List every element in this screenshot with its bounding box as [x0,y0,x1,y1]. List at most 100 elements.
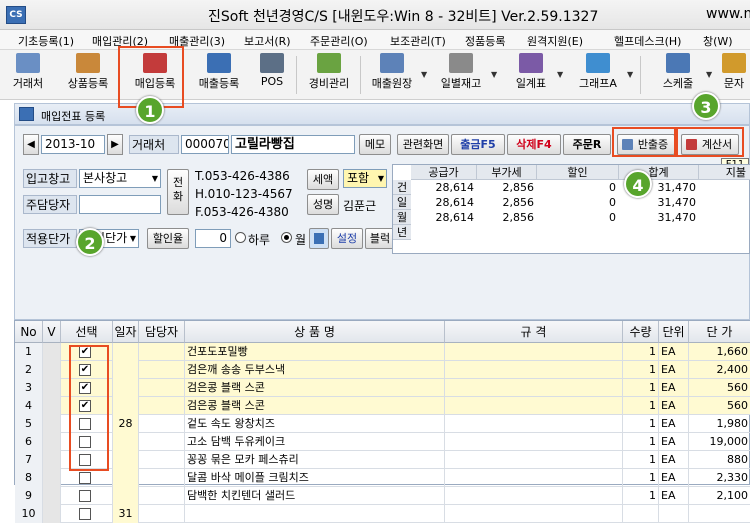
menu-basic-registration[interactable]: 기초등록(1) [18,33,74,49]
pos-button[interactable]: POS [250,52,294,96]
discount-field[interactable]: 0 [195,229,231,248]
radio-day[interactable] [235,232,246,243]
cell-name: 달콤 바삭 메이플 크림치즈 [185,469,445,487]
col-header-qty[interactable]: 수량 [623,321,659,343]
cell-spec [445,469,623,487]
cell-qty [623,505,659,523]
table-row[interactable]: 5 28 겉도 속도 왕창치즈 1 EA 1,980 [15,415,750,433]
sales-ledger-label: 매출원장 [371,77,413,90]
col-header-date[interactable]: 일자 [113,321,139,343]
fax-text: F.053-426-4380 [195,205,289,219]
chevron-down-icon: ▼ [377,174,384,183]
sales-ledger-dropdown-icon[interactable]: ▼ [421,70,427,79]
table-row[interactable]: 6 고소 담백 두유케이크 1 EA 19,000 [15,433,750,451]
memo-button[interactable]: 메모 [359,134,391,155]
v-cell [43,415,61,433]
expense-button[interactable]: 경비관리 [300,52,358,96]
window-title: 진Soft 천년경영C/S [내윈도우:Win 8 - 32비트] Ver.2.… [208,9,599,25]
calculator-button[interactable] [309,228,329,249]
warehouse-label: 입고창고 [23,169,77,188]
cell-no: 7 [15,451,43,469]
col-header-price[interactable]: 단 가 [689,321,750,343]
select-checkbox[interactable] [79,508,91,520]
phone-button[interactable]: 전화 [167,169,189,215]
radio-month[interactable] [281,232,292,243]
col-header-no[interactable]: No [15,321,43,343]
order-button[interactable]: 주문R [563,134,611,155]
toolbar-separator [640,56,641,94]
sales-entry-label: 매출등록 [198,77,240,90]
col-header-product-name[interactable]: 상 품 명 [185,321,445,343]
block-button[interactable]: 블럭 [365,228,395,249]
table-row[interactable]: 7 꽁꽁 묶은 모카 페스츄리 1 EA 880 [15,451,750,469]
manager-label: 주담당자 [23,195,77,214]
cell-no: 9 [15,487,43,505]
cell-no: 3 [15,379,43,397]
client-code-field[interactable]: 000070 [181,135,229,154]
cell-qty: 1 [623,379,659,397]
daily-report-dropdown-icon[interactable]: ▼ [557,70,563,79]
schedule-button[interactable]: 스케줄 [654,52,702,96]
cell-qty: 1 [623,397,659,415]
col-header-unit[interactable]: 단위 [659,321,689,343]
manager-cell [139,379,185,397]
discount-button[interactable]: 할인율 [147,228,189,249]
col-header-manager[interactable]: 담당자 [139,321,185,343]
col-header-spec[interactable]: 규 격 [445,321,623,343]
menu-reports[interactable]: 보고서(R) [244,33,291,49]
table-row[interactable]: 3 ✔ 검은콩 블랙 스콘 1 EA 560 [15,379,750,397]
graph-dropdown-icon[interactable]: ▼ [627,70,633,79]
col-header-v[interactable]: V [43,321,61,343]
select-checkbox[interactable] [79,490,91,502]
table-row[interactable]: 10 31 [15,505,750,523]
client-name-field[interactable]: 고릴라빵집 [231,135,355,154]
col-header-select[interactable]: 선택 [61,321,113,343]
daily-stock-icon [449,53,473,73]
daily-stock-dropdown-icon[interactable]: ▼ [491,70,497,79]
cell-spec [445,343,623,361]
table-row[interactable]: 4 ✔ 검은콩 블랙 스콘 1 EA 560 [15,397,750,415]
menu-order-management[interactable]: 주문관리(O) [310,33,368,49]
table-row[interactable]: 9 담백한 치킨텐더 샐러드 1 EA 2,100 [15,487,750,505]
delete-button[interactable]: 삭제F4 [507,134,561,155]
warehouse-select[interactable]: 본사창고 ▼ [79,169,161,188]
tax-mode-select[interactable]: 포함 ▼ [343,169,387,188]
payment-button[interactable]: 출금F5 [451,134,505,155]
sales-entry-button[interactable]: 매출등록 [190,52,248,96]
summary-header: 부가세 [477,165,537,180]
graph-button[interactable]: 그래프A [570,52,626,96]
client-button[interactable]: 거래처 [4,52,52,96]
manager-cell [139,415,185,433]
table-row[interactable]: 2 ✔ 검은깨 송송 두부스낵 1 EA 2,400 [15,361,750,379]
schedule-dropdown-icon[interactable]: ▼ [706,70,712,79]
radio-selected-dot [284,235,289,240]
select-cell [61,469,113,487]
prev-month-button[interactable]: ◀ [23,134,39,155]
daily-stock-button[interactable]: 일별재고 [432,52,490,96]
product-button[interactable]: 상품등록 [58,52,118,96]
related-screen-button[interactable]: 관련화면 [397,134,449,155]
menu-aux-management[interactable]: 보조관리(T) [390,33,446,49]
daily-report-button[interactable]: 일계표 [506,52,556,96]
select-checkbox[interactable] [79,472,91,484]
menu-window[interactable]: 창(W) [703,33,733,49]
sales-ledger-button[interactable]: 매출원장 [364,52,420,96]
summary-cell: 28,614 [435,196,475,209]
settings-button[interactable]: 설정 [331,228,363,249]
menu-remote-support[interactable]: 원격지원(E) [527,33,583,49]
tax-button[interactable]: 세액 [307,169,339,190]
table-row[interactable]: 8 달콤 바삭 메이플 크림치즈 1 EA 2,330 [15,469,750,487]
next-month-button[interactable]: ▶ [107,134,123,155]
window-title-trail: www.m [706,6,750,22]
name-button[interactable]: 성명 [307,194,339,215]
v-cell [43,433,61,451]
cell-price: 560 [689,379,750,397]
manager-field[interactable] [79,195,161,214]
table-row[interactable]: 1 ✔ 건포도포밀빵 1 EA 1,660 [15,343,750,361]
menu-helpdesk[interactable]: 헬프데스크(H) [614,33,681,49]
message-button[interactable]: 문자 [718,52,750,96]
date-field[interactable]: 2013-10 [41,135,105,154]
menu-license[interactable]: 정품등록 [465,33,505,49]
message-label: 문자 [723,77,745,90]
cell-price: 2,330 [689,469,750,487]
